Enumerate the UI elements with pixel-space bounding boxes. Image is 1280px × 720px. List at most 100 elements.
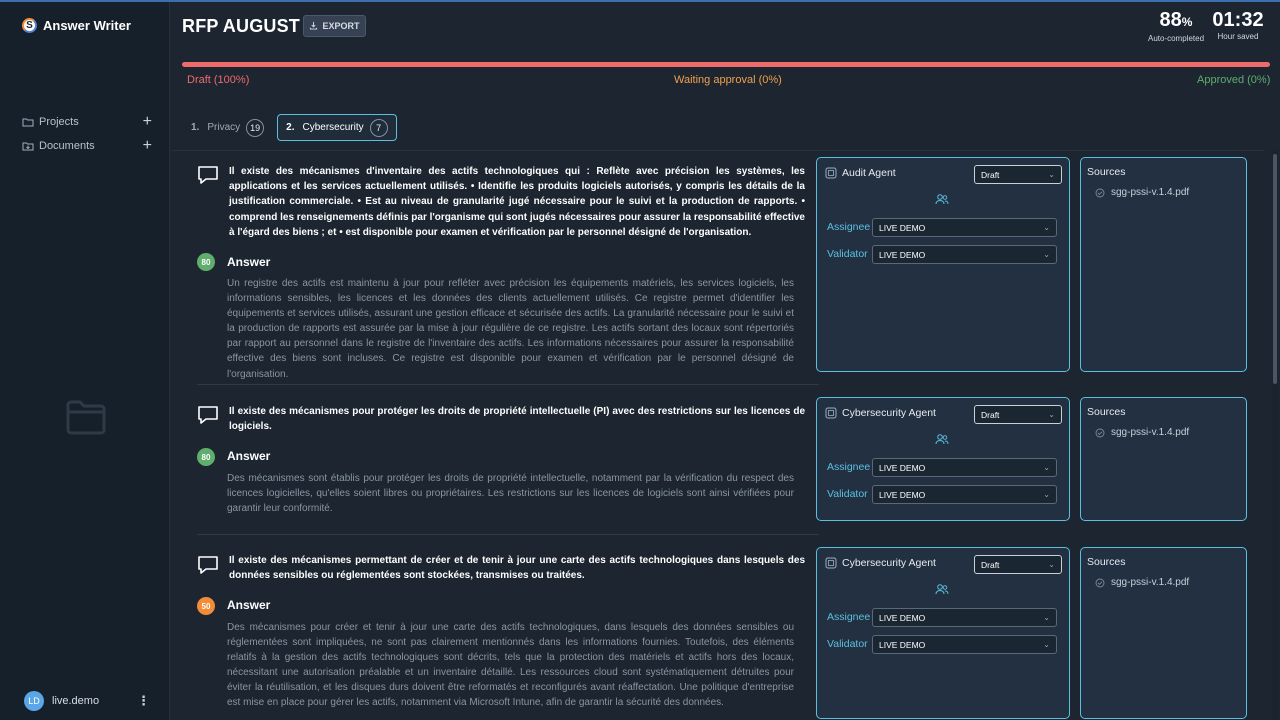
sources-title: Sources (1087, 406, 1126, 418)
agent-name: Cybersecurity Agent (842, 557, 936, 569)
sidebar-item-label: Documents (39, 140, 95, 152)
hour-saved-label: Hour saved (1217, 32, 1259, 41)
users-icon[interactable] (935, 193, 949, 206)
progress-bar (182, 62, 1270, 67)
status-value: Draft (981, 409, 1000, 420)
sidebar-nav: Projects + Documents + (22, 110, 152, 158)
answer-label: Answer (227, 449, 271, 463)
add-project-button[interactable]: + (143, 114, 152, 130)
sidebar-item-label: Projects (39, 116, 79, 128)
validator-label: Validator (827, 488, 868, 500)
scrollbar[interactable] (1272, 150, 1278, 720)
question-list: Il existe des mécanismes d'inventaire de… (171, 150, 1264, 720)
score-badge: 80 (197, 253, 215, 271)
agent-chip-icon (825, 167, 837, 179)
waiting-progress-label: Waiting approval (0%) (674, 74, 782, 86)
tab-privacy[interactable]: 1. Privacy 19 (182, 114, 273, 141)
validator-value: LIVE DEMO (879, 489, 926, 500)
status-select[interactable]: Draft ⌄ (974, 405, 1062, 424)
app-name: Answer Writer (43, 18, 131, 33)
validator-select[interactable]: LIVE DEMO ⌄ (872, 635, 1057, 654)
score-badge: 80 (197, 448, 215, 466)
chevron-down-icon: ⌄ (1043, 640, 1050, 649)
tab-cybersecurity[interactable]: 2. Cybersecurity 7 (277, 114, 397, 141)
assignee-select[interactable]: LIVE DEMO ⌄ (872, 608, 1057, 627)
sources-title: Sources (1087, 166, 1126, 178)
auto-completed-stat: 88% Auto-completed (1146, 8, 1206, 43)
sources-card: Sources sgg-pssi-v.1.4.pdf (1080, 157, 1247, 372)
chevron-down-icon: ⌄ (1048, 170, 1055, 179)
question-item: Il existe des mécanismes d'inventaire de… (171, 151, 1264, 385)
progress-fill-draft (182, 62, 1270, 67)
source-filename: sgg-pssi-v.1.4.pdf (1111, 577, 1190, 588)
validator-select[interactable]: LIVE DEMO ⌄ (872, 485, 1057, 504)
source-link[interactable]: sgg-pssi-v.1.4.pdf (1095, 577, 1189, 588)
source-link[interactable]: sgg-pssi-v.1.4.pdf (1095, 427, 1189, 438)
check-circle-icon (1095, 188, 1105, 198)
assignee-label: Assignee (827, 221, 871, 233)
chevron-down-icon: ⌄ (1043, 223, 1050, 232)
tab-count-badge: 7 (369, 118, 388, 137)
comment-icon (197, 405, 219, 425)
download-icon (309, 21, 318, 32)
score-badge: 50 (197, 597, 215, 615)
assignee-select[interactable]: LIVE DEMO ⌄ (872, 458, 1057, 477)
answer-label: Answer (227, 598, 271, 612)
agent-card: Audit Agent Draft ⌄ Assignee LIVE DEMO ⌄… (816, 157, 1070, 372)
more-vertical-icon[interactable]: ⋮ (137, 693, 150, 709)
folder-icon (22, 116, 34, 128)
validator-value: LIVE DEMO (879, 249, 926, 260)
sidebar-item-documents[interactable]: Documents + (22, 134, 152, 158)
agent-card: Cybersecurity Agent Draft ⌄ Assignee LIV… (816, 547, 1070, 719)
question-text: Il existe des mécanismes permettant de c… (229, 555, 805, 582)
agent-header: Audit Agent (825, 167, 896, 179)
answer-text[interactable]: Des mécanismes sont établis pour protége… (227, 471, 794, 516)
auto-completed-value: 88% (1159, 9, 1193, 31)
users-icon[interactable] (935, 583, 949, 596)
hour-saved-value: 01:32 (1212, 9, 1264, 31)
assignee-value: LIVE DEMO (879, 462, 926, 473)
chevron-down-icon: ⌄ (1048, 560, 1055, 569)
tab-number: 2. (286, 122, 295, 133)
document-folder-icon (22, 140, 34, 152)
add-document-button[interactable]: + (143, 138, 152, 154)
agent-name: Audit Agent (842, 167, 896, 179)
chevron-down-icon: ⌄ (1043, 613, 1050, 622)
brand[interactable]: S Answer Writer (22, 18, 131, 33)
tab-count-badge: 19 (246, 118, 265, 137)
sidebar-item-projects[interactable]: Projects + (22, 110, 152, 134)
question-item: Il existe des mécanismes pour protéger l… (171, 385, 1264, 535)
agent-header: Cybersecurity Agent (825, 407, 936, 419)
status-select[interactable]: Draft ⌄ (974, 555, 1062, 574)
status-select[interactable]: Draft ⌄ (974, 165, 1062, 184)
agent-header: Cybersecurity Agent (825, 557, 936, 569)
status-value: Draft (981, 559, 1000, 570)
users-icon[interactable] (935, 433, 949, 446)
sources-title: Sources (1087, 556, 1126, 568)
empty-folder-icon (65, 397, 107, 437)
validator-select[interactable]: LIVE DEMO ⌄ (872, 245, 1057, 264)
source-link[interactable]: sgg-pssi-v.1.4.pdf (1095, 187, 1189, 198)
assignee-value: LIVE DEMO (879, 222, 926, 233)
hour-saved-stat: 01:32 Hour saved (1210, 8, 1266, 41)
check-circle-icon (1095, 428, 1105, 438)
export-button[interactable]: EXPORT (303, 15, 366, 37)
answer-text[interactable]: Un registre des actifs est maintenu à jo… (227, 276, 794, 382)
user-menu[interactable]: LD live.demo ⋮ (24, 691, 150, 711)
validator-label: Validator (827, 638, 868, 650)
answer-text[interactable]: Des mécanismes pour créer et tenir à jou… (227, 620, 794, 711)
assignee-select[interactable]: LIVE DEMO ⌄ (872, 218, 1057, 237)
user-name: live.demo (52, 695, 100, 707)
agent-name: Cybersecurity Agent (842, 407, 936, 419)
assignee-label: Assignee (827, 611, 871, 623)
top-accent-line (0, 0, 1280, 2)
agent-chip-icon (825, 407, 837, 419)
section-tabs: 1. Privacy 19 2. Cybersecurity 7 (182, 114, 397, 141)
avatar: LD (24, 691, 44, 711)
chevron-down-icon: ⌄ (1043, 250, 1050, 259)
question-item: Il existe des mécanismes permettant de c… (171, 535, 1264, 720)
sources-card: Sources sgg-pssi-v.1.4.pdf (1080, 547, 1247, 719)
scrollbar-thumb[interactable] (1273, 154, 1277, 384)
draft-progress-label: Draft (100%) (187, 74, 250, 86)
approved-progress-label: Approved (0%) (1197, 74, 1271, 86)
